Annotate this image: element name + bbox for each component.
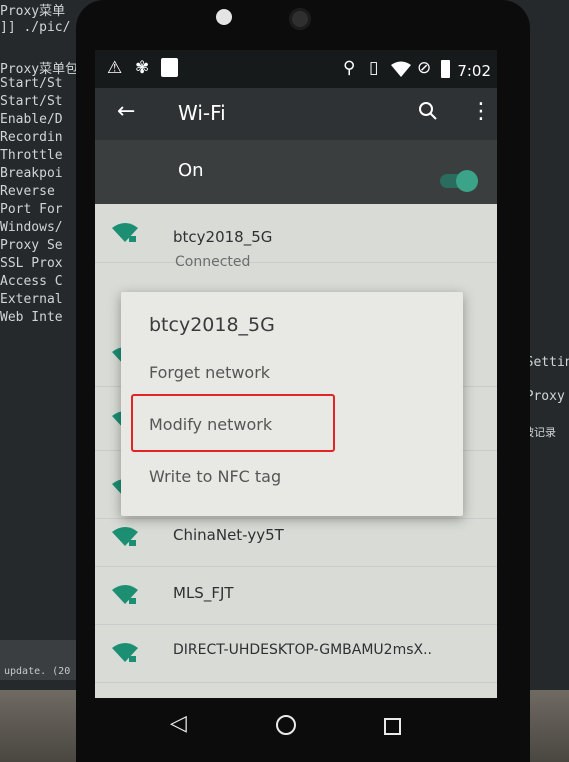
write-nfc-tag-option[interactable]: Write to NFC tag	[149, 467, 281, 486]
terminal-bottom-text: update. (20	[4, 666, 71, 677]
network-row[interactable]: ChinaNet-yy5T	[95, 508, 497, 567]
network-ssid: DIRECT-UHDESKTOP-GMBAMU2msX..	[173, 642, 432, 658]
terminal-line: Windows/	[0, 220, 63, 235]
network-row[interactable]: DIRECT-UHDESKTOP-GMBAMU2msX..	[95, 624, 497, 683]
terminal-line: Proxy菜单包	[0, 62, 79, 77]
warning-icon: ⚠	[107, 58, 123, 78]
network-status: Connected	[175, 254, 251, 270]
terminal-line: Proxy菜单	[0, 4, 66, 19]
terminal-line: Start/St	[0, 76, 63, 91]
terminal-line: External	[0, 292, 63, 307]
app-bar: ← Wi-Fi ⋮	[95, 88, 497, 140]
terminal-line: Port For	[0, 202, 63, 217]
forget-network-option[interactable]: Forget network	[149, 363, 270, 382]
search-icon[interactable]	[417, 100, 439, 122]
image-icon	[161, 58, 178, 77]
network-row[interactable]: MLS_FJT	[95, 566, 497, 625]
wifi-icon	[391, 61, 411, 77]
app-icon: ✾	[135, 58, 150, 78]
dialog-title: btcy2018_5G	[149, 314, 275, 336]
back-arrow-icon[interactable]: ←	[117, 99, 135, 124]
earpiece-speaker	[289, 8, 311, 30]
terminal-line: Enable/D	[0, 112, 63, 127]
front-camera	[216, 9, 232, 25]
battery-icon	[441, 60, 450, 78]
terminal-line: Proxy Se	[0, 238, 63, 253]
status-time: 7:02	[457, 62, 491, 80]
wifi-signal-lock-icon	[112, 585, 138, 604]
location-icon: ⚲	[343, 58, 356, 78]
more-options-icon[interactable]: ⋮	[470, 99, 492, 124]
terminal-line: Recordin	[0, 130, 63, 145]
wifi-signal-lock-icon	[112, 643, 138, 662]
wifi-toggle-thumb[interactable]	[456, 170, 478, 192]
status-bar: ⚠ ✾ ⚲ ▯ ⊘ 7:02	[95, 50, 497, 88]
wifi-signal-lock-icon	[112, 223, 138, 242]
no-sim-icon: ⊘	[417, 58, 432, 78]
network-options-dialog: btcy2018_5G Forget network Modify networ…	[121, 292, 463, 516]
nav-home-icon[interactable]	[276, 715, 296, 735]
network-row[interactable]: btcy2018_5G Connected	[95, 204, 497, 270]
terminal-line: Throttle	[0, 148, 63, 163]
vibrate-icon: ▯	[369, 58, 379, 78]
terminal-line: ]] ./pic/	[0, 20, 71, 35]
nav-back-icon[interactable]: ◁	[170, 711, 187, 736]
wifi-toggle-row[interactable]: On	[95, 140, 497, 204]
terminal-line: SSL Prox	[0, 256, 63, 271]
modify-network-option[interactable]: Modify network	[149, 415, 272, 434]
terminal-line: Web Inte	[0, 310, 63, 325]
wifi-toggle-label: On	[178, 160, 204, 181]
terminal-line: Reverse	[0, 184, 55, 199]
terminal-line: Access C	[0, 274, 63, 289]
network-ssid: ChinaNet-yy5T	[173, 526, 284, 544]
nav-recents-icon[interactable]	[384, 718, 401, 735]
terminal-line: Breakpoi	[0, 166, 63, 181]
terminal-line: Start/St	[0, 94, 63, 109]
wifi-signal-lock-icon	[112, 527, 138, 546]
network-ssid: btcy2018_5G	[173, 228, 273, 246]
network-ssid: MLS_FJT	[173, 584, 234, 602]
page-title: Wi-Fi	[178, 101, 226, 125]
phone-screen: ⚠ ✾ ⚲ ▯ ⊘ 7:02 ← Wi-Fi ⋮ On btcy2018_5G …	[95, 50, 497, 698]
